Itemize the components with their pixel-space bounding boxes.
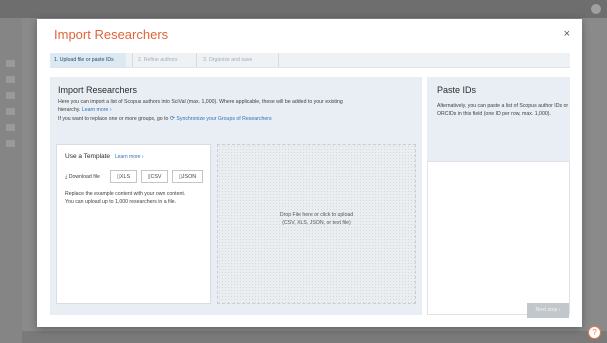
step-divider xyxy=(196,53,197,67)
next-step-button[interactable]: Next step › xyxy=(527,303,569,318)
template-desc-line2: You can upload up to 1,000 researchers i… xyxy=(65,199,177,205)
template-learn-more-link[interactable]: Learn more › xyxy=(115,154,144,160)
template-desc-line1: Replace the example content with your ow… xyxy=(65,191,186,197)
nav-icon xyxy=(6,76,15,83)
import-researchers-modal: Import Researchers × 1. Upload file or p… xyxy=(37,19,582,327)
template-heading: Use a Template Learn more › xyxy=(65,153,143,160)
paste-ids-textarea[interactable] xyxy=(427,161,570,315)
learn-more-link[interactable]: Learn more › xyxy=(82,107,112,113)
template-description: Replace the example content with your ow… xyxy=(65,190,205,206)
sync-icon: ⟳ xyxy=(169,116,175,122)
import-description: Here you can import a list of Scopus aut… xyxy=(58,99,420,114)
replace-groups-text: If you want to replace one or more group… xyxy=(58,116,420,124)
nav-icon xyxy=(6,108,15,115)
import-panel: Import Researchers Here you can import a… xyxy=(50,77,422,315)
download-json-button[interactable]: ▯JSON xyxy=(172,170,203,183)
nav-icon xyxy=(6,92,15,99)
nav-icon xyxy=(6,124,15,131)
xls-label: XLS xyxy=(119,174,131,180)
template-title: Use a Template xyxy=(65,153,111,160)
step-organize: 3. Organize and save xyxy=(203,57,253,63)
step-refine: 2. Refine authors xyxy=(138,57,178,63)
home-icon xyxy=(6,60,15,67)
paste-ids-description: Alternatively, you can paste a list of S… xyxy=(437,103,569,118)
csv-label: CSV xyxy=(150,174,162,180)
step-indicator: 1. Upload file or paste IDs 2. Refine au… xyxy=(50,53,570,68)
download-csv-button[interactable]: ▯CSV xyxy=(141,170,168,183)
help-icon[interactable]: ? xyxy=(588,326,601,339)
import-heading: Import Researchers xyxy=(58,85,138,95)
app-top-bar xyxy=(0,0,607,18)
replace-text: If you want to replace one or more group… xyxy=(58,116,169,122)
download-file-label: ⤓ Download file xyxy=(65,174,100,180)
paste-desc-line1: Alternatively, you can paste a list of S… xyxy=(437,103,569,109)
modal-title: Import Researchers xyxy=(54,27,169,42)
app-sidebar xyxy=(0,18,22,343)
json-label: JSON xyxy=(181,174,197,180)
step-divider xyxy=(278,53,279,67)
paste-ids-panel: Paste IDs Alternatively, you can paste a… xyxy=(427,77,570,315)
template-box: Use a Template Learn more › ⤓ Download f… xyxy=(56,144,211,304)
file-dropzone[interactable]: Drop File here or click to upload (CSV, … xyxy=(217,144,416,304)
profile-icon xyxy=(591,4,601,14)
close-icon[interactable]: × xyxy=(564,28,570,40)
nav-icon xyxy=(6,140,15,147)
dropzone-text: Drop File here or click to upload (CSV, … xyxy=(218,211,415,227)
app-footer xyxy=(22,331,607,343)
dropzone-line2: (CSV, XLS, JSON, or text file) xyxy=(282,220,351,226)
import-desc-hierarchy: hierarchy. xyxy=(58,106,81,113)
download-xls-button[interactable]: ▯XLS xyxy=(110,170,137,183)
paste-desc-line2: ORCIDs in this field (one ID per row, ma… xyxy=(437,110,551,117)
step-upload: 1. Upload file or paste IDs xyxy=(50,53,126,67)
paste-ids-heading: Paste IDs xyxy=(437,85,477,95)
import-desc-line1: Here you can import a list of Scopus aut… xyxy=(58,99,343,105)
synchronize-groups-link[interactable]: Synchronize your Groups of Researchers xyxy=(176,116,271,122)
step-divider xyxy=(132,53,133,67)
dropzone-line1: Drop File here or click to upload xyxy=(279,212,354,218)
